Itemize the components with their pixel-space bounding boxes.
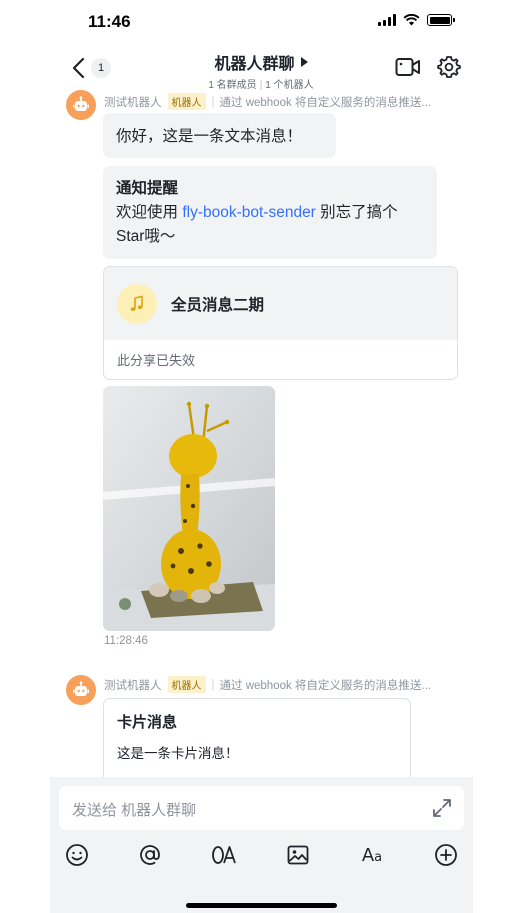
video-call-icon[interactable]: [395, 56, 421, 78]
message-timestamp: 11:28:46: [104, 635, 148, 647]
emoji-icon[interactable]: [63, 841, 91, 869]
chat-title[interactable]: 机器人群聊: [214, 50, 308, 74]
robot-icon: [73, 681, 89, 696]
home-indicator[interactable]: [186, 903, 337, 908]
music-note-icon: [117, 283, 157, 324]
robot-icon: [73, 96, 89, 111]
sender-name[interactable]: 测试机器人: [104, 677, 162, 693]
notice-title: 通知提醒: [116, 180, 179, 197]
message-input-placeholder: 发送给 机器人群聊: [72, 802, 197, 819]
share-title: 全员消息二期: [171, 296, 265, 314]
status-bar: 11:46: [0, 0, 522, 44]
chat-title-text: 机器人群聊: [214, 56, 295, 73]
message-input[interactable]: 发送给 机器人群聊: [59, 786, 464, 830]
share-status: 此分享已失效: [117, 353, 196, 368]
caret-right-icon: [300, 57, 308, 67]
notice-body: 欢迎使用 fly-book-bot-sender 别忘了搞个Star哦～: [116, 201, 424, 249]
robot-tag: 机器人: [167, 93, 206, 110]
shared-message-card[interactable]: 全员消息二期 此分享已失效: [103, 266, 458, 380]
sender-info: 测试机器人 机器人 | 通过 webhook 将自定义服务的消息推送...: [104, 93, 431, 110]
chat-header: 1 机器人群聊 1 名群成员 | 1 个机器人: [0, 44, 522, 91]
card-message[interactable]: 卡片消息 这是一条卡片消息！: [103, 698, 411, 777]
sender-description: 通过 webhook 将自定义服务的消息推送...: [219, 96, 432, 109]
image-message[interactable]: [103, 386, 275, 631]
battery-icon: [427, 14, 455, 26]
sender-avatar[interactable]: [66, 675, 96, 705]
avatar[interactable]: [66, 675, 96, 705]
repo-link[interactable]: fly-book-bot-sender: [182, 204, 316, 221]
status-time: 11:46: [88, 12, 131, 31]
robot-tag: 机器人: [167, 676, 206, 693]
settings-gear-icon[interactable]: [437, 55, 461, 79]
expand-icon[interactable]: [432, 798, 452, 818]
image-icon[interactable]: [284, 841, 312, 869]
notice-text-before: 欢迎使用: [116, 204, 183, 221]
card-body: 这是一条卡片消息！: [117, 746, 239, 761]
sender-avatar[interactable]: [66, 90, 96, 120]
text-format-icon[interactable]: Aa: [358, 841, 386, 869]
share-card-header: 全员消息二期: [104, 267, 457, 340]
text-message-bubble[interactable]: 你好，这是一条文本消息！: [103, 113, 336, 158]
card-title: 卡片消息: [117, 714, 178, 731]
composer: 发送给 机器人群聊 Aa: [50, 777, 473, 913]
notice-message-bubble[interactable]: 通知提醒 欢迎使用 fly-book-bot-sender 别忘了搞个Star哦…: [103, 166, 437, 259]
sender-name[interactable]: 测试机器人: [104, 94, 162, 110]
signal-icon: [378, 14, 396, 26]
add-more-icon[interactable]: [432, 841, 460, 869]
status-icons: [378, 14, 455, 26]
sender-info: 测试机器人 机器人 | 通过 webhook 将自定义服务的消息推送...: [104, 676, 431, 693]
text-message: 你好，这是一条文本消息！: [116, 128, 303, 145]
wifi-icon: [403, 14, 420, 26]
message-list[interactable]: 测试机器人 机器人 | 通过 webhook 将自定义服务的消息推送... 你好…: [0, 90, 522, 777]
sender-description: 通过 webhook 将自定义服务的消息推送...: [219, 679, 432, 692]
avatar[interactable]: [66, 90, 96, 120]
mention-icon[interactable]: [136, 841, 164, 869]
voice-to-text-icon[interactable]: [210, 841, 238, 869]
composer-toolbar: Aa: [50, 841, 473, 871]
giraffe-photo: [103, 386, 275, 631]
